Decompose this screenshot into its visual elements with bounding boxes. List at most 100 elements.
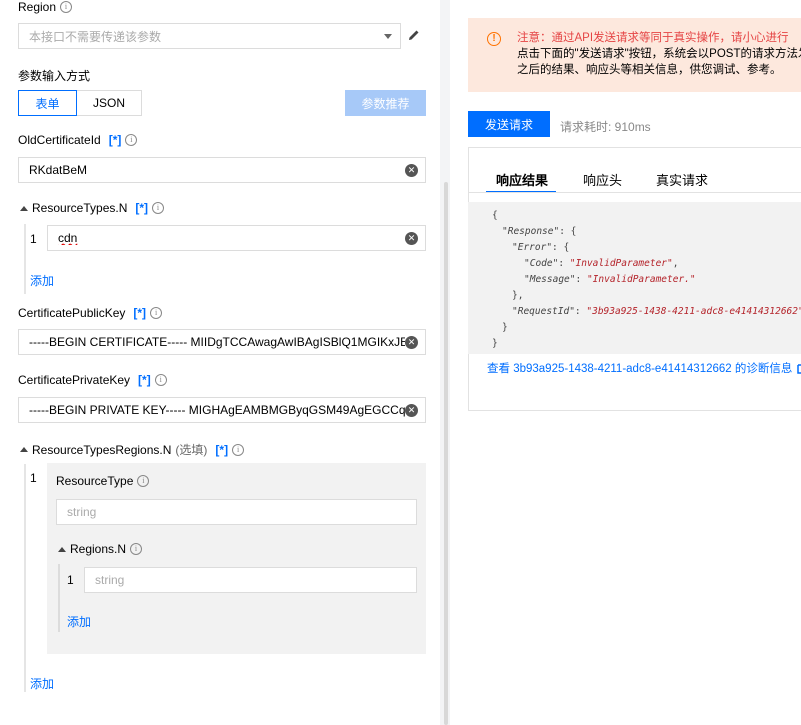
json-string: "InvalidParameter."	[586, 274, 696, 285]
tab-json[interactable]: JSON	[77, 90, 142, 116]
info-icon[interactable]: i	[232, 443, 245, 456]
input-mode-label: 参数输入方式	[18, 69, 91, 83]
info-icon[interactable]: i	[125, 134, 138, 146]
region-select[interactable]: 本接口不需要传递该参数	[18, 23, 401, 49]
resource-type-value: cdn	[58, 231, 78, 245]
item-index: 1	[67, 573, 74, 587]
clear-icon[interactable]: ✕	[405, 231, 418, 245]
rtr-resource-type-input[interactable]: string	[56, 499, 417, 525]
json-key: "Error"	[512, 242, 553, 253]
resource-types-label-text: ResourceTypes.N	[32, 201, 128, 215]
scrollbar[interactable]	[444, 182, 448, 725]
rtr-label-text: ResourceTypesRegions.N	[32, 442, 172, 457]
item-index: 1	[30, 471, 37, 485]
clear-icon[interactable]: ✕	[405, 403, 418, 417]
diagnose-link[interactable]: 查看 3b93a925-1438-4211-adc8-e41414312662 …	[487, 360, 801, 376]
json-line: },	[512, 290, 524, 301]
json-line: }	[492, 336, 498, 352]
info-icon[interactable]: i	[154, 374, 167, 386]
json-key: "Code"	[524, 258, 559, 269]
send-request-button[interactable]: 发送请求	[468, 111, 550, 137]
elapsed-time: 请求耗时: 910ms	[560, 120, 651, 134]
required-marker: [*]	[133, 306, 147, 320]
diagnose-link-text: 查看 3b93a925-1438-4211-adc8-e41414312662 …	[487, 363, 793, 375]
resource-type-placeholder: string	[67, 505, 97, 519]
tab-divider	[469, 192, 801, 193]
old-cert-label-text: OldCertificateId	[18, 133, 101, 147]
old-cert-value: RKdatBeM	[29, 163, 88, 177]
required-marker: [*]	[135, 201, 149, 215]
region-placeholder: 本接口不需要传递该参数	[29, 29, 162, 44]
json-brace: }	[492, 338, 498, 349]
tab-response-headers[interactable]: 响应头	[583, 170, 622, 189]
json-string: "InvalidParameter"	[569, 258, 673, 269]
required-marker: [*]	[138, 373, 151, 387]
warning-notice: ! 注意：通过API发送请求等同于真实操作，请小心进行 点击下面的"发送请求"按…	[468, 18, 801, 92]
add-region-link[interactable]: 添加	[67, 613, 91, 630]
json-line: "Message": "InvalidParameter."	[524, 274, 696, 285]
parameter-panel: Region i 本接口不需要传递该参数 参数输入方式 表单 JSON 参数推荐…	[0, 0, 440, 725]
notice-line-2: 点击下面的"发送请求"按钮，系统会以POST的请求方法发送	[517, 48, 801, 60]
collapse-icon[interactable]	[58, 546, 66, 552]
group-rail	[24, 464, 26, 692]
cert-public-label-text: CertificatePublicKey	[18, 306, 126, 320]
info-icon[interactable]: i	[60, 1, 73, 13]
resource-type-input[interactable]: cdn ✕	[47, 225, 426, 251]
info-icon[interactable]: i	[150, 307, 163, 319]
add-resource-type-link[interactable]: 添加	[30, 272, 54, 289]
tab-response-result[interactable]: 响应结果	[496, 170, 548, 189]
collapse-icon[interactable]	[20, 447, 28, 452]
json-line: {	[492, 208, 498, 224]
region-label: Region i	[18, 0, 73, 14]
json-line: }	[502, 322, 508, 333]
regions-placeholder: string	[95, 573, 125, 587]
external-link-icon	[797, 363, 801, 374]
json-line: "RequestId": "3b93a925-1438-4211-adc8-e4…	[512, 304, 801, 320]
cert-private-label-text: CertificatePrivateKey	[18, 373, 131, 387]
response-json: { "Response": { "Error": { "Code": "Inva…	[468, 202, 801, 354]
resource-types-label: ResourceTypes.N [*] i	[20, 201, 165, 215]
group-rail	[24, 224, 26, 294]
notice-line-3: 之后的结果、响应头等相关信息，供您调试、参考。	[517, 64, 782, 76]
edit-icon[interactable]	[407, 28, 421, 42]
param-recommend-button[interactable]: 参数推荐	[345, 90, 426, 116]
required-marker: [*]	[215, 442, 229, 457]
chevron-down-icon	[384, 33, 392, 39]
add-rtr-link[interactable]: 添加	[30, 675, 54, 692]
info-icon[interactable]: i	[130, 543, 143, 555]
clear-icon[interactable]: ✕	[405, 335, 418, 349]
cert-public-input[interactable]: -----BEGIN CERTIFICATE----- MIIDgTCCAwag…	[18, 329, 426, 355]
cert-private-value: -----BEGIN PRIVATE KEY----- MIGHAgEAMBMG…	[29, 403, 405, 417]
rtr-item-box: ResourceType i string Regions.N i 1 stri…	[47, 463, 426, 654]
json-string: "3b93a925-1438-4211-adc8-e41414312662"	[586, 306, 801, 317]
resource-type-label: ResourceType i	[56, 474, 150, 488]
required-marker: [*]	[108, 133, 122, 147]
regions-label-text: Regions.N	[70, 542, 127, 556]
regions-input[interactable]: string	[84, 567, 417, 593]
json-line: "Error": {	[512, 242, 570, 253]
warning-icon: !	[487, 32, 501, 46]
item-index: 1	[30, 232, 37, 246]
cert-private-input[interactable]: -----BEGIN PRIVATE KEY----- MIGHAgEAMBMG…	[18, 397, 426, 423]
tab-form[interactable]: 表单	[18, 90, 77, 116]
cert-private-label: CertificatePrivateKey [*] i	[18, 373, 167, 387]
clear-icon[interactable]: ✕	[405, 163, 418, 177]
info-icon[interactable]: i	[152, 202, 165, 214]
regions-label: Regions.N i	[58, 542, 143, 556]
json-key: "Message"	[524, 274, 576, 285]
json-key: "RequestId"	[512, 306, 575, 317]
group-rail	[58, 564, 60, 632]
collapse-icon[interactable]	[20, 205, 28, 211]
resource-type-label-text: ResourceType	[56, 474, 134, 488]
tab-real-request[interactable]: 真实请求	[656, 170, 708, 189]
old-cert-input[interactable]: RKdatBeM ✕	[18, 157, 426, 183]
json-brace: {	[492, 210, 498, 221]
notice-line-1: 注意：通过API发送请求等同于真实操作，请小心进行	[517, 32, 789, 44]
region-label-text: Region	[18, 0, 57, 14]
info-icon[interactable]: i	[137, 475, 150, 487]
cert-public-value: -----BEGIN CERTIFICATE----- MIIDgTCCAwag…	[29, 335, 405, 349]
optional-marker: (选填)	[175, 443, 208, 457]
json-key: "Response"	[502, 226, 560, 237]
json-line: "Response": {	[502, 226, 577, 237]
old-cert-label: OldCertificateId [*] i	[18, 133, 138, 147]
